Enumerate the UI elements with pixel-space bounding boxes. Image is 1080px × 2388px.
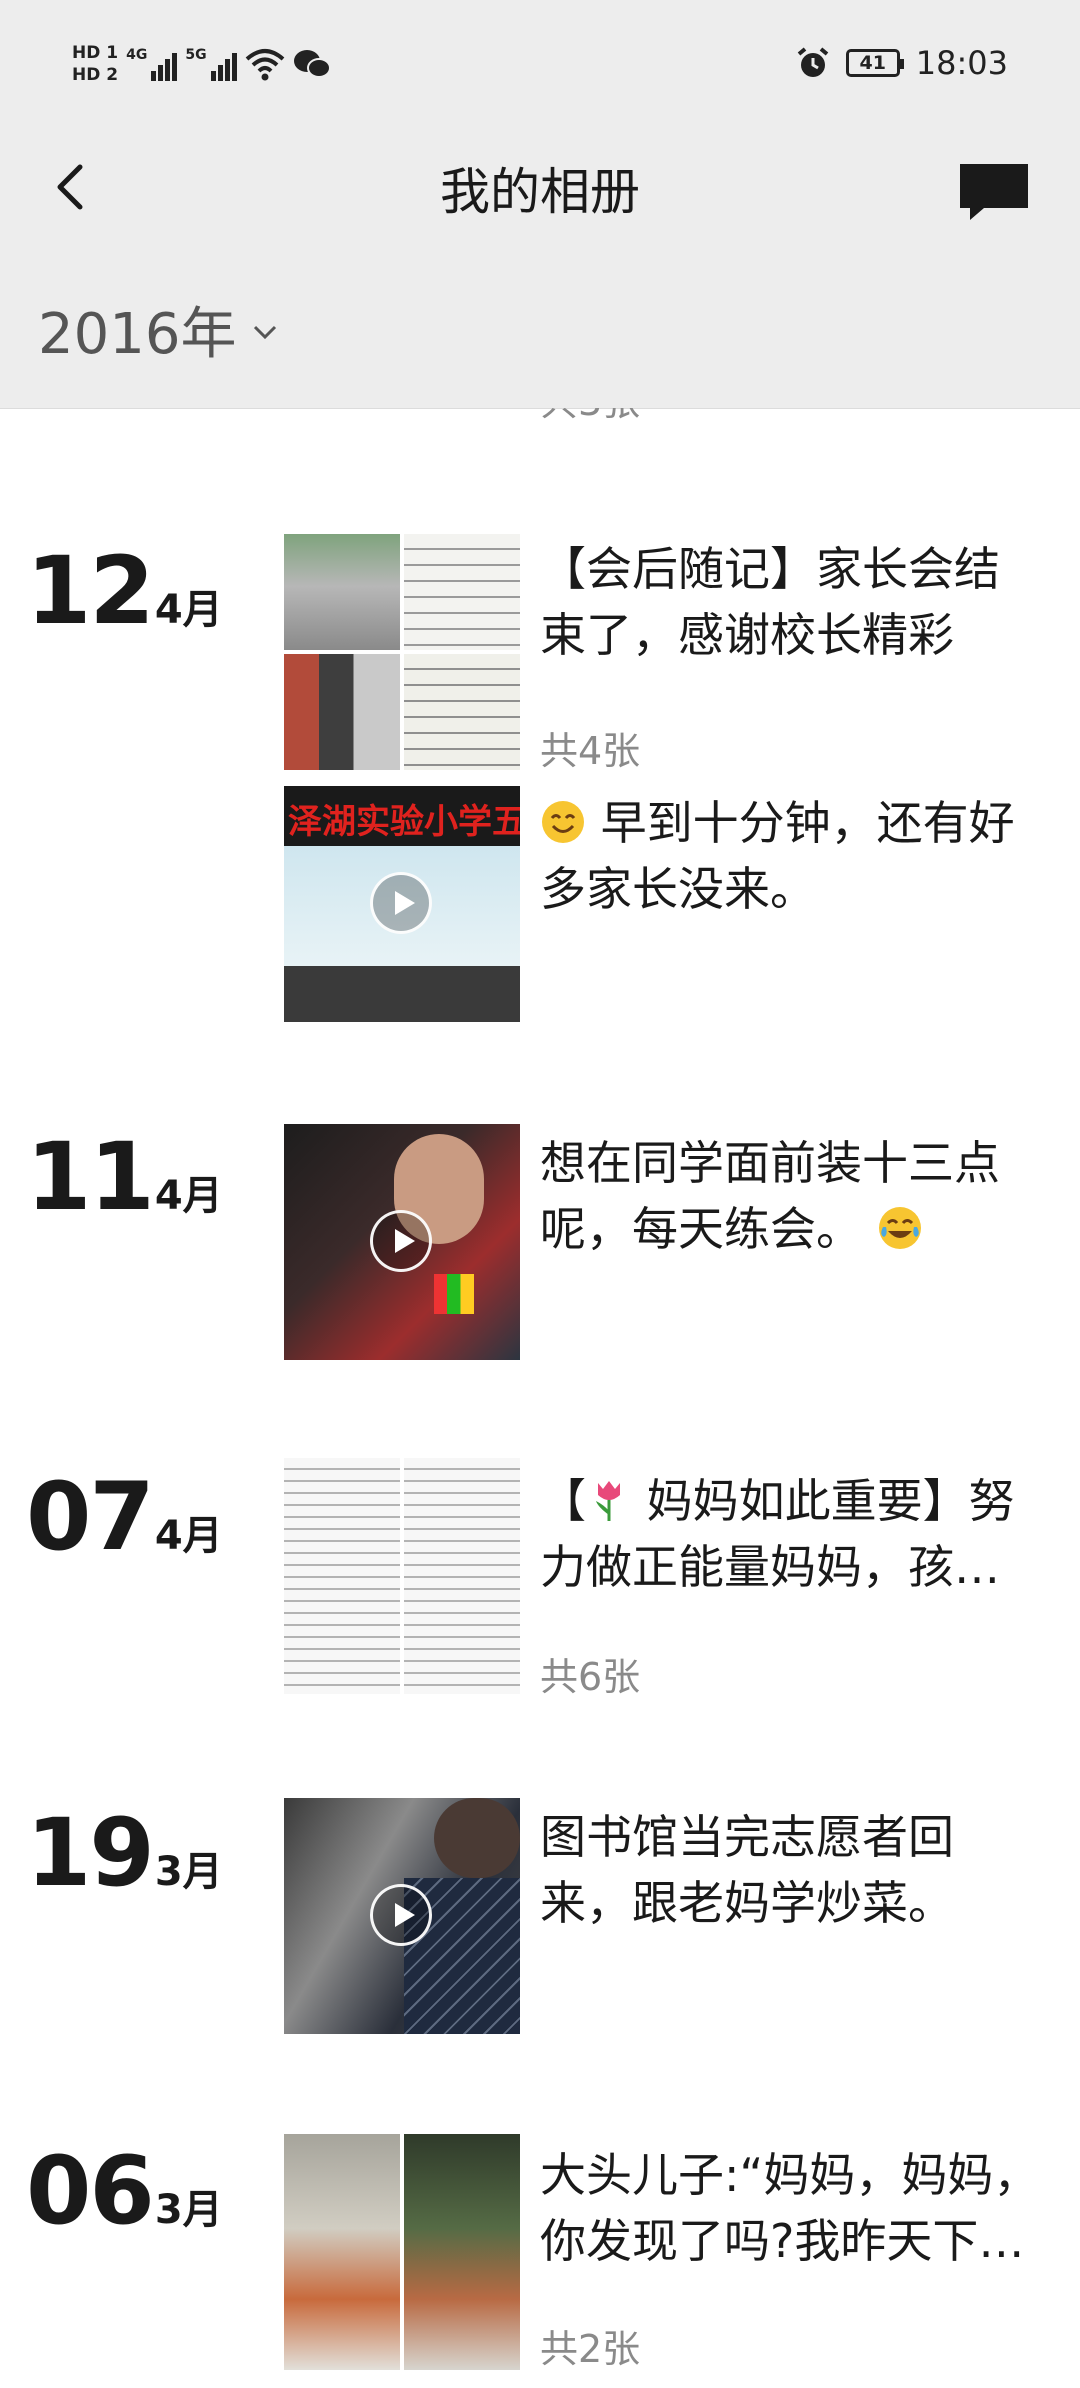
date-day: 19 — [26, 1799, 155, 1908]
photo-tile — [284, 2134, 400, 2370]
hd-indicator: HD 1 HD 2 — [72, 42, 118, 86]
post-photo-count: 共6张 — [540, 1655, 641, 1699]
status-right: 41 18:03 — [796, 34, 1008, 92]
status-left: HD 1 HD 2 4G 5G — [72, 32, 331, 96]
photo-tile — [404, 534, 520, 650]
photo-tile — [284, 534, 400, 650]
post-date: 114月 — [26, 1128, 223, 1246]
battery-icon: 41 — [845, 49, 904, 77]
post-date: 063月 — [26, 2142, 223, 2260]
chevron-down-icon[interactable] — [249, 316, 281, 348]
clock: 18:03 — [915, 44, 1008, 82]
wifi-icon — [245, 49, 284, 81]
album-timeline: 共3张 124月 【会后随记】家长会结束了，感谢校长精彩演… 共4张 泽湖实验小… — [0, 408, 1080, 2388]
post-date: 193月 — [26, 1804, 223, 1922]
post-date: 074月 — [26, 1468, 223, 1586]
hd1-label: HD 1 — [72, 43, 119, 63]
photo-tile — [404, 2134, 520, 2370]
signal-2-icon: 5G — [185, 47, 237, 81]
post-thumbnail[interactable] — [284, 1458, 520, 1694]
date-day: 12 — [26, 537, 155, 646]
photo-tile — [404, 654, 520, 770]
page-title: 我的相册 — [440, 162, 640, 221]
signal-1-icon: 4G — [126, 47, 178, 81]
play-icon[interactable] — [370, 1210, 432, 1272]
date-month: 4月 — [154, 1173, 223, 1219]
year-label[interactable]: 2016年 — [38, 289, 237, 370]
year-filter[interactable]: 2016年 — [0, 250, 1080, 409]
post-photo-count: 共2张 — [540, 2327, 641, 2371]
alarm-icon — [797, 47, 829, 77]
play-icon[interactable] — [370, 1884, 432, 1946]
post-video-thumbnail[interactable] — [284, 1798, 520, 2034]
photo-tile — [404, 1458, 520, 1694]
photo-tile — [284, 1458, 400, 1694]
post-caption[interactable]: 大头儿子:“妈妈，妈妈，你发现了吗?我昨天下… — [540, 2142, 1040, 2274]
smiling-face-emoji-icon — [542, 801, 584, 843]
status-bar: HD 1 HD 2 4G 5G 41 18:03 — [0, 0, 1080, 125]
hd2-label: HD 2 — [72, 65, 119, 85]
post-video-thumbnail[interactable]: 泽湖实验小学五 — [284, 786, 520, 1022]
date-month: 4月 — [154, 1513, 223, 1559]
play-icon[interactable] — [370, 872, 432, 934]
date-day: 11 — [26, 1123, 155, 1232]
date-day: 07 — [26, 1463, 155, 1572]
photo-tile — [434, 1798, 520, 1878]
date-month: 3月 — [154, 2187, 223, 2233]
tulip-emoji-icon — [596, 1481, 620, 1521]
post-video-thumbnail[interactable] — [284, 1124, 520, 1360]
post-photo-count: 共4张 — [540, 729, 641, 773]
post-caption[interactable]: 想在同学面前装十三点呢，每天练会。 — [540, 1130, 1040, 1262]
post-caption[interactable]: 图书馆当完志愿者回来，跟老妈学炒菜。 — [540, 1804, 1040, 1936]
photo-tile — [284, 966, 520, 1022]
tears-of-joy-emoji-icon — [878, 1207, 921, 1249]
post-thumbnail[interactable] — [284, 534, 520, 770]
photo-tile — [434, 1274, 474, 1314]
post-caption[interactable]: 【会后随记】家长会结束了，感谢校长精彩演… — [540, 536, 1040, 668]
photo-tile — [284, 654, 400, 770]
date-day: 06 — [26, 2137, 155, 2246]
wechat-icon — [293, 50, 331, 78]
post-caption[interactable]: 【 妈妈如此重要】努力做正能量妈妈，孩… — [540, 1468, 1040, 1600]
date-month: 4月 — [154, 587, 223, 633]
banner-text: 泽湖实验小学五 — [288, 802, 520, 842]
battery-level: 41 — [859, 52, 886, 74]
post-caption[interactable]: 早到十分钟，还有好多家长没来。 — [540, 790, 1040, 922]
date-month: 3月 — [154, 1849, 223, 1895]
post-thumbnail[interactable] — [284, 2134, 520, 2370]
post-date: 124月 — [26, 542, 223, 660]
message-icon[interactable] — [954, 150, 1034, 230]
post-photo-count: 共3张 — [540, 408, 640, 422]
back-arrow-icon[interactable] — [38, 147, 118, 227]
nav-bar: 我的相册 — [0, 125, 1080, 250]
